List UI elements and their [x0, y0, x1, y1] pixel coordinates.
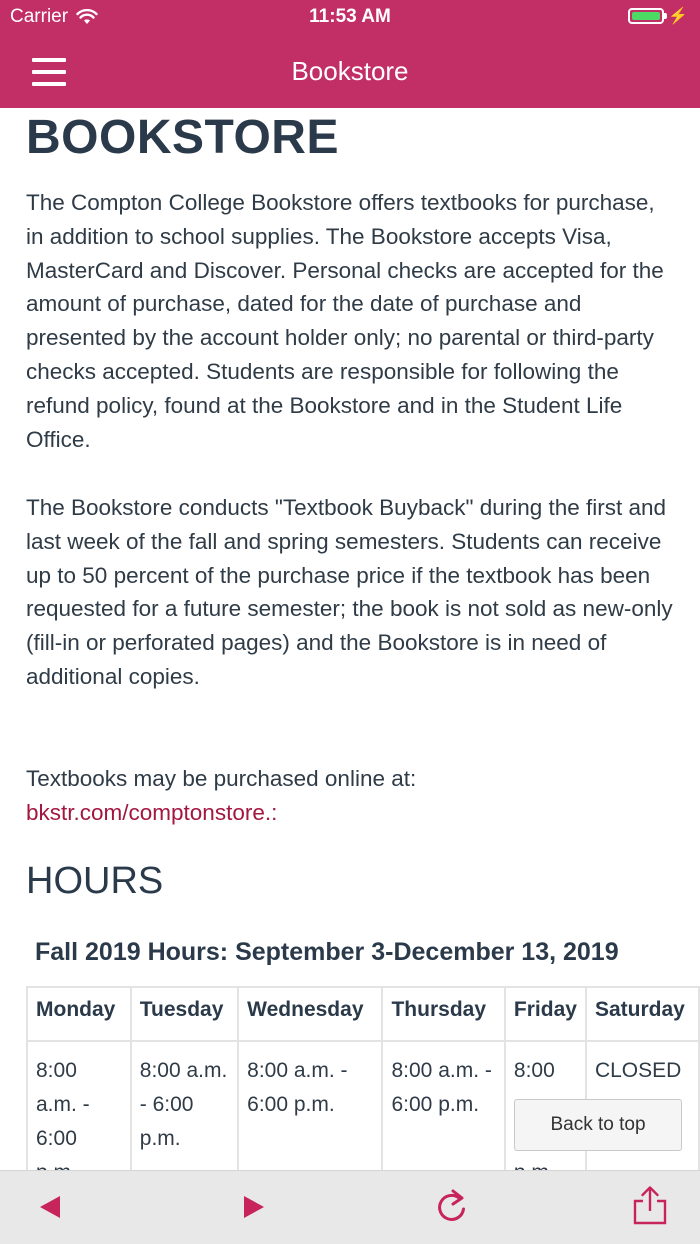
- intro-paragraph: The Compton College Bookstore offers tex…: [26, 190, 664, 452]
- back-arrow-icon[interactable]: [28, 1185, 72, 1229]
- hours-heading: HOURS: [26, 860, 164, 902]
- battery-level-fill: [632, 12, 661, 20]
- page-content[interactable]: BOOKSTORE The Compton College Bookstore …: [0, 108, 700, 1170]
- cell-monday: 8:00 a.m. - 6:00 p.m.: [26, 1040, 132, 1170]
- forward-arrow-icon[interactable]: [230, 1185, 274, 1229]
- share-icon[interactable]: [628, 1185, 672, 1229]
- table-header-row: Monday Tuesday Wednesday Thursday Friday…: [26, 986, 700, 1042]
- navigation-bar: Bookstore: [0, 40, 700, 108]
- header-monday: Monday: [26, 986, 132, 1042]
- page-title: BOOKSTORE: [26, 111, 339, 164]
- reload-icon[interactable]: [430, 1185, 474, 1229]
- charging-bolt-icon: ⚡: [668, 8, 688, 25]
- header-wednesday: Wednesday: [237, 986, 384, 1042]
- bottom-toolbar: [0, 1170, 700, 1244]
- header-tuesday: Tuesday: [129, 986, 240, 1042]
- back-to-top-button[interactable]: Back to top: [514, 1099, 682, 1151]
- cell-tuesday: 8:00 a.m. - 6:00 p.m.: [129, 1040, 240, 1170]
- nav-title: Bookstore: [291, 56, 409, 86]
- clock: 11:53 AM: [309, 6, 391, 27]
- buyback-paragraph: The Bookstore conducts "Textbook Buyback…: [26, 495, 673, 689]
- header-saturday: Saturday: [584, 986, 700, 1042]
- header-thursday: Thursday: [381, 986, 506, 1042]
- cell-wednesday: 8:00 a.m. - 6:00 p.m.: [237, 1040, 384, 1170]
- status-bar: Carrier 11:53 AM ⚡: [0, 0, 700, 40]
- battery-icon: [628, 8, 668, 24]
- fall-hours-heading: Fall 2019 Hours: September 3-December 13…: [35, 938, 619, 966]
- online-purchase-paragraph: Textbooks may be purchased online at: bk…: [26, 762, 676, 830]
- online-purchase-text: Textbooks may be purchased online at:: [26, 766, 417, 791]
- app-screen: Carrier 11:53 AM ⚡ Bookstore BOOKSTORE T…: [0, 0, 700, 1244]
- battery-status: ⚡: [628, 6, 688, 26]
- header-friday: Friday: [503, 986, 587, 1042]
- cell-thursday: 8:00 a.m. - 6:00 p.m.: [381, 1040, 506, 1170]
- bookstore-online-link[interactable]: bkstr.com/comptonstore.:: [26, 800, 277, 825]
